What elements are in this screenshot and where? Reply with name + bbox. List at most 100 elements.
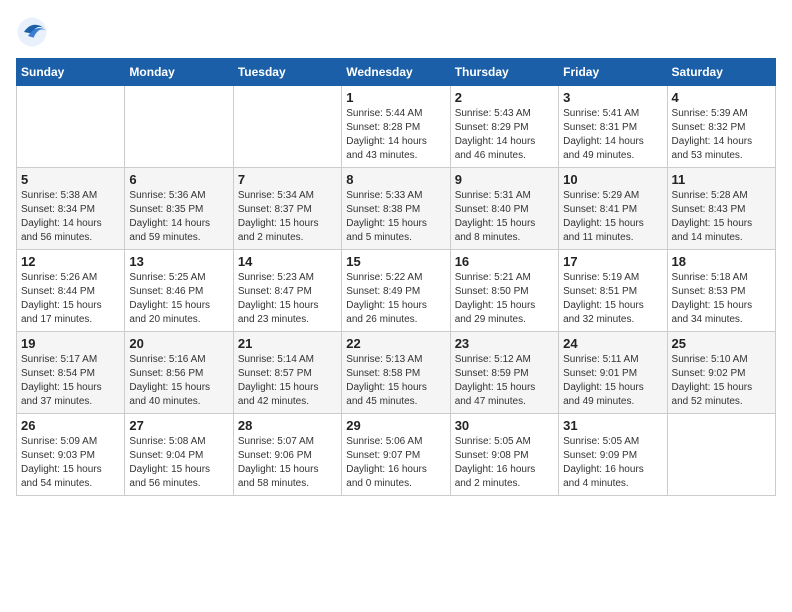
logo xyxy=(16,16,52,48)
day-info: Sunrise: 5:21 AM Sunset: 8:50 PM Dayligh… xyxy=(455,271,554,327)
day-info: Sunrise: 5:19 AM Sunset: 8:51 PM Dayligh… xyxy=(563,271,662,327)
calendar-cell: 8Sunrise: 5:33 AM Sunset: 8:38 PM Daylig… xyxy=(342,168,450,250)
calendar-cell: 30 Sunrise: 5:05 AM Sunset: 9:08 PM Dayli… xyxy=(450,414,558,496)
day-info: Sunrise: 5:31 AM Sunset: 8:40 PM Dayligh… xyxy=(455,189,554,245)
day-info: Sunrise: 5:05 AM Sunset: 9:09 PM Dayligh… xyxy=(563,435,662,491)
day-number: 23 xyxy=(455,336,554,351)
day-number: 14 xyxy=(238,254,337,269)
day-info: Sunrise: 5:44 AM Sunset: 8:28 PM Dayligh… xyxy=(346,107,445,163)
day-info: Sunrise: 5:05 AM Sunset: 9:08 PM Dayligh… xyxy=(455,435,554,491)
day-number: 31 xyxy=(563,418,662,433)
calendar-cell: 17 Sunrise: 5:19 AM Sunset: 8:51 PM Dayli… xyxy=(559,250,667,332)
calendar-cell: 20Sunrise: 5:16 AM Sunset: 8:56 PM Dayli… xyxy=(125,332,233,414)
day-number: 15 xyxy=(346,254,445,269)
calendar-cell: 27 Sunrise: 5:08 AM Sunset: 9:04 PM Dayli… xyxy=(125,414,233,496)
day-info: Sunrise: 5:14 AM Sunset: 8:57 PM Dayligh… xyxy=(238,353,337,409)
calendar-cell: 13 Sunrise: 5:25 AM Sunset: 8:46 PM Dayli… xyxy=(125,250,233,332)
calendar-cell: 6 Sunrise: 5:36 AM Sunset: 8:35 PM Daylig… xyxy=(125,168,233,250)
day-number: 30 xyxy=(455,418,554,433)
calendar-cell: 1 Sunrise: 5:44 AM Sunset: 8:28 PM Daylig… xyxy=(342,86,450,168)
calendar-cell: 4 Sunrise: 5:39 AM Sunset: 8:32 PM Daylig… xyxy=(667,86,775,168)
day-number: 2 xyxy=(455,90,554,105)
day-number: 6 xyxy=(129,172,228,187)
day-info: Sunrise: 5:13 AM Sunset: 8:58 PM Dayligh… xyxy=(346,353,445,409)
day-number: 12 xyxy=(21,254,120,269)
day-info: Sunrise: 5:12 AM Sunset: 8:59 PM Dayligh… xyxy=(455,353,554,409)
day-number: 24 xyxy=(563,336,662,351)
day-info: Sunrise: 5:43 AM Sunset: 8:29 PM Dayligh… xyxy=(455,107,554,163)
day-number: 1 xyxy=(346,90,445,105)
calendar-cell: 25Sunrise: 5:10 AM Sunset: 9:02 PM Dayli… xyxy=(667,332,775,414)
calendar-cell: 2 Sunrise: 5:43 AM Sunset: 8:29 PM Daylig… xyxy=(450,86,558,168)
page-header xyxy=(16,16,776,48)
day-number: 26 xyxy=(21,418,120,433)
calendar-cell: 19Sunrise: 5:17 AM Sunset: 8:54 PM Dayli… xyxy=(17,332,125,414)
day-info: Sunrise: 5:34 AM Sunset: 8:37 PM Dayligh… xyxy=(238,189,337,245)
calendar-cell: 23 Sunrise: 5:12 AM Sunset: 8:59 PM Dayli… xyxy=(450,332,558,414)
day-info: Sunrise: 5:28 AM Sunset: 8:43 PM Dayligh… xyxy=(672,189,771,245)
day-number: 3 xyxy=(563,90,662,105)
day-header-tuesday: Tuesday xyxy=(233,59,341,86)
calendar-cell xyxy=(125,86,233,168)
day-info: Sunrise: 5:07 AM Sunset: 9:06 PM Dayligh… xyxy=(238,435,337,491)
day-number: 20 xyxy=(129,336,228,351)
calendar-cell: 28Sunrise: 5:07 AM Sunset: 9:06 PM Dayli… xyxy=(233,414,341,496)
calendar-week-0: 1 Sunrise: 5:44 AM Sunset: 8:28 PM Daylig… xyxy=(17,86,776,168)
day-number: 11 xyxy=(672,172,771,187)
day-number: 13 xyxy=(129,254,228,269)
day-info: Sunrise: 5:22 AM Sunset: 8:49 PM Dayligh… xyxy=(346,271,445,327)
day-info: Sunrise: 5:17 AM Sunset: 8:54 PM Dayligh… xyxy=(21,353,120,409)
day-number: 29 xyxy=(346,418,445,433)
day-info: Sunrise: 5:11 AM Sunset: 9:01 PM Dayligh… xyxy=(563,353,662,409)
day-header-sunday: Sunday xyxy=(17,59,125,86)
calendar-cell: 9 Sunrise: 5:31 AM Sunset: 8:40 PM Daylig… xyxy=(450,168,558,250)
day-info: Sunrise: 5:26 AM Sunset: 8:44 PM Dayligh… xyxy=(21,271,120,327)
day-number: 9 xyxy=(455,172,554,187)
day-info: Sunrise: 5:38 AM Sunset: 8:34 PM Dayligh… xyxy=(21,189,120,245)
day-number: 18 xyxy=(672,254,771,269)
header-row: SundayMondayTuesdayWednesdayThursdayFrid… xyxy=(17,59,776,86)
day-header-wednesday: Wednesday xyxy=(342,59,450,86)
day-number: 16 xyxy=(455,254,554,269)
calendar-cell: 5Sunrise: 5:38 AM Sunset: 8:34 PM Daylig… xyxy=(17,168,125,250)
calendar-week-4: 26 Sunrise: 5:09 AM Sunset: 9:03 PM Dayli… xyxy=(17,414,776,496)
calendar-cell: 14 Sunrise: 5:23 AM Sunset: 8:47 PM Dayli… xyxy=(233,250,341,332)
calendar-cell xyxy=(667,414,775,496)
day-info: Sunrise: 5:36 AM Sunset: 8:35 PM Dayligh… xyxy=(129,189,228,245)
day-number: 7 xyxy=(238,172,337,187)
day-number: 10 xyxy=(563,172,662,187)
calendar-cell: 24 Sunrise: 5:11 AM Sunset: 9:01 PM Dayli… xyxy=(559,332,667,414)
calendar-cell: 15 Sunrise: 5:22 AM Sunset: 8:49 PM Dayli… xyxy=(342,250,450,332)
calendar: SundayMondayTuesdayWednesdayThursdayFrid… xyxy=(16,58,776,496)
day-number: 17 xyxy=(563,254,662,269)
day-number: 4 xyxy=(672,90,771,105)
day-header-saturday: Saturday xyxy=(667,59,775,86)
calendar-cell xyxy=(17,86,125,168)
day-info: Sunrise: 5:33 AM Sunset: 8:38 PM Dayligh… xyxy=(346,189,445,245)
day-info: Sunrise: 5:18 AM Sunset: 8:53 PM Dayligh… xyxy=(672,271,771,327)
logo-icon xyxy=(16,16,48,48)
day-info: Sunrise: 5:39 AM Sunset: 8:32 PM Dayligh… xyxy=(672,107,771,163)
calendar-cell: 3 Sunrise: 5:41 AM Sunset: 8:31 PM Daylig… xyxy=(559,86,667,168)
day-info: Sunrise: 5:25 AM Sunset: 8:46 PM Dayligh… xyxy=(129,271,228,327)
day-info: Sunrise: 5:29 AM Sunset: 8:41 PM Dayligh… xyxy=(563,189,662,245)
day-info: Sunrise: 5:06 AM Sunset: 9:07 PM Dayligh… xyxy=(346,435,445,491)
day-number: 27 xyxy=(129,418,228,433)
day-info: Sunrise: 5:09 AM Sunset: 9:03 PM Dayligh… xyxy=(21,435,120,491)
day-info: Sunrise: 5:10 AM Sunset: 9:02 PM Dayligh… xyxy=(672,353,771,409)
day-info: Sunrise: 5:23 AM Sunset: 8:47 PM Dayligh… xyxy=(238,271,337,327)
day-header-thursday: Thursday xyxy=(450,59,558,86)
calendar-week-1: 5Sunrise: 5:38 AM Sunset: 8:34 PM Daylig… xyxy=(17,168,776,250)
calendar-cell: 11 Sunrise: 5:28 AM Sunset: 8:43 PM Dayli… xyxy=(667,168,775,250)
day-info: Sunrise: 5:08 AM Sunset: 9:04 PM Dayligh… xyxy=(129,435,228,491)
calendar-cell xyxy=(233,86,341,168)
day-header-friday: Friday xyxy=(559,59,667,86)
calendar-cell: 18 Sunrise: 5:18 AM Sunset: 8:53 PM Dayli… xyxy=(667,250,775,332)
calendar-week-3: 19Sunrise: 5:17 AM Sunset: 8:54 PM Dayli… xyxy=(17,332,776,414)
day-info: Sunrise: 5:41 AM Sunset: 8:31 PM Dayligh… xyxy=(563,107,662,163)
calendar-cell: 10 Sunrise: 5:29 AM Sunset: 8:41 PM Dayli… xyxy=(559,168,667,250)
calendar-cell: 26 Sunrise: 5:09 AM Sunset: 9:03 PM Dayli… xyxy=(17,414,125,496)
day-number: 22 xyxy=(346,336,445,351)
calendar-cell: 21Sunrise: 5:14 AM Sunset: 8:57 PM Dayli… xyxy=(233,332,341,414)
calendar-cell: 22 Sunrise: 5:13 AM Sunset: 8:58 PM Dayli… xyxy=(342,332,450,414)
